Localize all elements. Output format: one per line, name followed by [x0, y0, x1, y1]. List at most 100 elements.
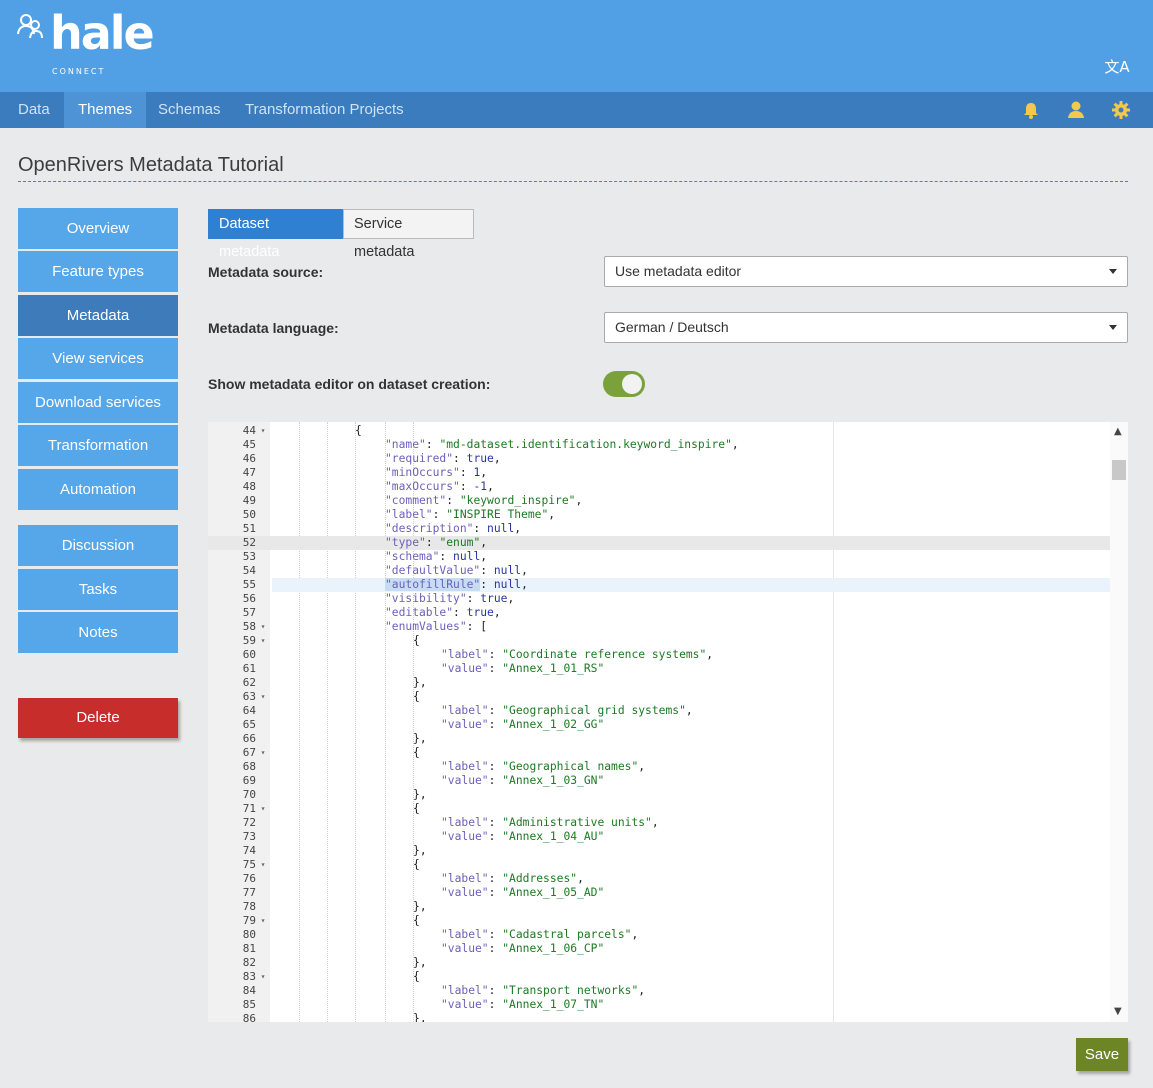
- code-line[interactable]: 48 "maxOccurs": -1,: [208, 480, 1111, 494]
- code-lines[interactable]: 44 ▾{45 "name": "md-dataset.identification…: [208, 422, 1128, 1022]
- sidebar-item-feature-types[interactable]: Feature types: [18, 251, 178, 292]
- gear-icon[interactable]: [1109, 98, 1133, 122]
- code-line[interactable]: 47 "minOccurs": 1,: [208, 466, 1111, 480]
- nav-transformation-projects[interactable]: Transformation Projects: [231, 92, 418, 128]
- code-line[interactable]: 73 "value": "Annex_1_04_AU": [208, 830, 1111, 844]
- code-text: "defaultValue": null,: [385, 564, 528, 577]
- sidebar-item-metadata[interactable]: Metadata: [18, 295, 178, 336]
- code-line[interactable]: 54 "defaultValue": null,: [208, 564, 1111, 578]
- hale-connect-logo[interactable]: hale CONNECT: [16, 6, 156, 78]
- title-divider: [18, 181, 1128, 182]
- code-editor[interactable]: 44 ▾{45 "name": "md-dataset.identification…: [208, 422, 1128, 1022]
- nav-schemas[interactable]: Schemas: [144, 92, 235, 128]
- code-line[interactable]: 61 "value": "Annex_1_01_RS": [208, 662, 1111, 676]
- line-number: 64: [242, 704, 256, 717]
- fold-toggle-icon[interactable]: ▾: [258, 634, 268, 648]
- show-editor-toggle[interactable]: [603, 371, 645, 397]
- code-line[interactable]: 64 "label": "Geographical grid systems",: [208, 704, 1111, 718]
- fold-toggle-icon[interactable]: ▾: [258, 746, 268, 760]
- sidebar-item-transformation[interactable]: Transformation: [18, 425, 178, 466]
- code-text: "description": null,: [385, 522, 522, 535]
- code-line[interactable]: 86},: [208, 1012, 1111, 1022]
- code-line[interactable]: 76 "label": "Addresses",: [208, 872, 1111, 886]
- sidebar-item-notes[interactable]: Notes: [18, 612, 178, 653]
- fold-toggle-icon[interactable]: ▾: [258, 690, 268, 704]
- code-text: "schema": null,: [385, 550, 488, 563]
- code-line[interactable]: 52 "type": "enum",: [208, 536, 1111, 550]
- code-line[interactable]: 78},: [208, 900, 1111, 914]
- code-line[interactable]: 49 "comment": "keyword_inspire",: [208, 494, 1111, 508]
- code-line[interactable]: 60 "label": "Coordinate reference systems…: [208, 648, 1111, 662]
- nav-themes[interactable]: Themes: [64, 92, 147, 128]
- code-line[interactable]: 81 "value": "Annex_1_06_CP": [208, 942, 1111, 956]
- code-line[interactable]: 77 "value": "Annex_1_05_AD": [208, 886, 1111, 900]
- sidebar-item-discussion[interactable]: Discussion: [18, 525, 178, 566]
- code-line[interactable]: 51 "description": null,: [208, 522, 1111, 536]
- nav-data[interactable]: Data: [0, 92, 68, 128]
- code-line[interactable]: 63 ▾ {: [208, 690, 1111, 704]
- fold-toggle-icon[interactable]: ▾: [258, 620, 268, 634]
- fold-toggle-icon[interactable]: ▾: [258, 914, 268, 928]
- code-line[interactable]: 82},: [208, 956, 1111, 970]
- line-number: 50: [242, 508, 256, 521]
- code-text: {: [413, 858, 420, 871]
- fold-toggle-icon[interactable]: ▾: [258, 970, 268, 984]
- save-button[interactable]: Save: [1076, 1038, 1128, 1071]
- sidebar-item-view-services[interactable]: View services: [18, 338, 178, 379]
- code-line[interactable]: 62},: [208, 676, 1111, 690]
- code-line[interactable]: 59 ▾ {: [208, 634, 1111, 648]
- fold-toggle-icon[interactable]: ▾: [258, 424, 268, 438]
- code-text: "name": "md-dataset.identification.keywo…: [385, 438, 739, 451]
- code-line[interactable]: 55 "autofillRule": null,: [243, 578, 1111, 592]
- sidebar-item-automation[interactable]: Automation: [18, 469, 178, 510]
- code-line[interactable]: 85 "value": "Annex_1_07_TN": [208, 998, 1111, 1012]
- scroll-up-icon[interactable]: ▲: [1114, 426, 1122, 437]
- code-line[interactable]: 45 "name": "md-dataset.identification.key…: [208, 438, 1111, 452]
- code-line[interactable]: 67 ▾ {: [208, 746, 1111, 760]
- tab-dataset-metadata[interactable]: Dataset metadata: [208, 209, 343, 260]
- fold-toggle-icon[interactable]: ▾: [258, 858, 268, 872]
- code-text: "required": true,: [385, 452, 501, 465]
- code-line[interactable]: 69 "value": "Annex_1_03_GN": [208, 774, 1111, 788]
- logo-word: hale: [50, 6, 155, 60]
- code-line[interactable]: 74},: [208, 844, 1111, 858]
- fold-toggle-icon[interactable]: ▾: [258, 802, 268, 816]
- code-line[interactable]: 68 "label": "Geographical names",: [208, 760, 1111, 774]
- code-text: },: [413, 676, 427, 689]
- code-text: "enumValues": [: [385, 620, 488, 633]
- code-line[interactable]: 79 ▾ {: [208, 914, 1111, 928]
- code-line[interactable]: 50 "label": "INSPIRE Theme",: [208, 508, 1111, 522]
- editor-scrollbar[interactable]: [1110, 422, 1128, 1022]
- code-line[interactable]: 70},: [208, 788, 1111, 802]
- user-icon[interactable]: [1064, 98, 1088, 122]
- code-line[interactable]: 58 ▾ "enumValues": [: [208, 620, 1111, 634]
- tab-service-metadata[interactable]: Service metadata: [343, 209, 474, 260]
- code-line[interactable]: 80 "label": "Cadastral parcels",: [208, 928, 1111, 942]
- sidebar-item-download-services[interactable]: Download services: [18, 382, 178, 423]
- code-text: "label": "Cadastral parcels",: [441, 928, 639, 941]
- code-line[interactable]: 84 "label": "Transport networks",: [208, 984, 1111, 998]
- code-line[interactable]: 72 "label": "Administrative units",: [208, 816, 1111, 830]
- code-line[interactable]: 57 "editable": true,: [208, 606, 1111, 620]
- code-text: "visibility": true,: [385, 592, 515, 605]
- code-line[interactable]: 65 "value": "Annex_1_02_GG": [208, 718, 1111, 732]
- code-line[interactable]: 66},: [208, 732, 1111, 746]
- code-line[interactable]: 71 ▾ {: [208, 802, 1111, 816]
- code-line[interactable]: 75 ▾ {: [208, 858, 1111, 872]
- sidebar-item-overview[interactable]: Overview: [18, 208, 178, 249]
- metadata-source-select[interactable]: Use metadata editor: [604, 256, 1128, 287]
- scroll-down-icon[interactable]: ▼: [1114, 1006, 1122, 1017]
- translate-icon[interactable]: 文A: [1104, 56, 1130, 78]
- metadata-language-select[interactable]: German / Deutsch: [604, 312, 1128, 343]
- code-line[interactable]: 83 ▾ {: [208, 970, 1111, 984]
- delete-button[interactable]: Delete: [18, 698, 178, 738]
- scrollbar-thumb[interactable]: [1112, 460, 1126, 480]
- line-number: 45: [242, 438, 256, 451]
- code-line[interactable]: 44 ▾ {: [208, 424, 1111, 438]
- code-line[interactable]: 53 "schema": null,: [208, 550, 1111, 564]
- bell-icon[interactable]: [1019, 98, 1043, 122]
- code-line[interactable]: 56 "visibility": true,: [208, 592, 1111, 606]
- main-nav: Data Themes Schemas Transformation Proje…: [0, 92, 1153, 128]
- sidebar-item-tasks[interactable]: Tasks: [18, 569, 178, 610]
- code-line[interactable]: 46 "required": true,: [208, 452, 1111, 466]
